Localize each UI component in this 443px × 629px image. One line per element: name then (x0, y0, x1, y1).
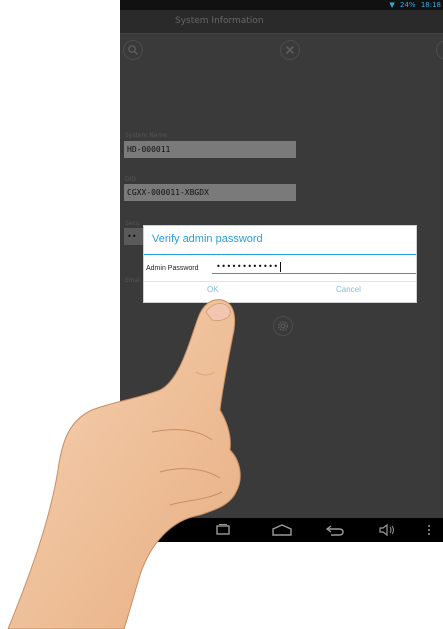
close-icon (285, 45, 295, 55)
search-button[interactable] (123, 40, 143, 60)
volume-icon[interactable] (378, 523, 398, 537)
clock: 18:18 (420, 1, 441, 9)
admin-password-value: •••••••••••• (216, 262, 279, 271)
security-code-label: Secu (125, 220, 140, 227)
cancel-button[interactable]: Cancel (336, 285, 361, 294)
dialog-title: Verify admin password (152, 233, 263, 245)
status-bar: ▼ 24% 18:18 (120, 0, 443, 10)
menu-icon[interactable] (426, 523, 432, 537)
close-button[interactable] (280, 40, 300, 60)
did-label: DID (125, 176, 137, 183)
recent-apps-icon[interactable] (214, 523, 232, 537)
edge-button[interactable] (436, 40, 443, 60)
admin-password-label: Admin Password (146, 265, 199, 272)
dialog-button-divider (144, 281, 416, 282)
home-icon[interactable] (271, 523, 293, 537)
page-title: System Information (175, 16, 264, 26)
admin-password-input[interactable]: •••••••••••• (212, 260, 416, 274)
navigation-bar (120, 518, 443, 542)
system-name-label: System Name (125, 132, 167, 139)
back-icon[interactable] (325, 523, 345, 537)
verify-password-dialog: Verify admin password Admin Password •••… (143, 225, 417, 303)
did-field[interactable]: CGXX-000011-XBGDX (124, 184, 296, 201)
email-label: Emai (125, 277, 140, 284)
text-caret (279, 261, 281, 272)
settings-icon (277, 320, 289, 332)
system-name-field[interactable]: HD-000011 (124, 141, 296, 158)
wifi-icon: ▼ (389, 1, 395, 9)
security-code-field[interactable]: •• (124, 228, 144, 245)
battery-level: 24% (400, 1, 416, 9)
title-bar: System Information (120, 10, 443, 34)
search-icon (128, 45, 139, 56)
settings-button[interactable] (273, 316, 293, 336)
ok-button[interactable]: OK (207, 285, 219, 294)
dialog-title-divider (144, 254, 416, 255)
